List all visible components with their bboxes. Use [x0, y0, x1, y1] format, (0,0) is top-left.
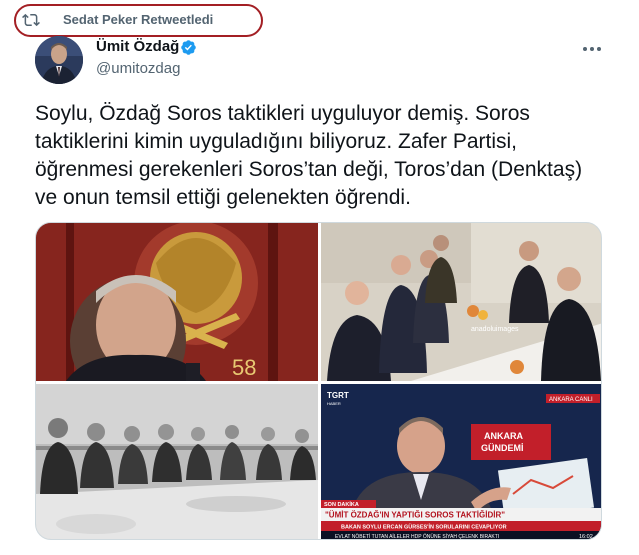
author-handle[interactable]: @umitozdag [96, 60, 180, 77]
photo-1[interactable]: 58 [36, 223, 318, 381]
verified-badge-icon [181, 40, 196, 55]
photo-4-channel-sub: HABER [327, 401, 341, 406]
author-name[interactable]: Ümit Özdağ [96, 38, 179, 55]
retweet-icon [22, 13, 40, 27]
avatar-photo [35, 36, 83, 84]
retweet-label[interactable]: Sedat Peker Retweetledi [63, 12, 213, 27]
tweet-text: Soylu, Özdağ Soros taktikleri uyguluyor … [35, 102, 583, 209]
photo-3[interactable] [36, 384, 318, 539]
photo-4-headline: "ÜMİT ÖZDAĞ'IN YAPTIĞI SOROS TAKTİĞİDİR" [325, 511, 505, 520]
photo-4-live-tag: ANKARA CANLI [549, 397, 593, 403]
photo-4-clock: 16:02 [579, 534, 593, 540]
photo-4-subheadline: BAKAN SOYLU ERCAN GÜRSES'İN SORULARINI C… [341, 524, 507, 531]
photo-2-watermark: anadoluimages [471, 326, 519, 333]
more-horizontal-icon[interactable] [580, 37, 604, 61]
photo-2[interactable]: anadoluimages [321, 223, 601, 381]
photo-1-overlay-text: 58 [232, 355, 256, 380]
tweet-card[interactable]: Sedat Peker Retweetledi Ümit Özdağ @umit… [0, 0, 639, 555]
photo-4-breaking-label: SON DAKİKA [324, 501, 359, 508]
photo-4[interactable]: ANKARA GÜNDEMİ ANKARA CANLI TGRT HABER SO… [321, 384, 601, 540]
media-grid[interactable]: 58 anadoluimages ANKARA GÜNDEMİ ANKARA C… [35, 222, 602, 540]
photo-4-ticker: EVLAT NÖBETİ TUTAN AİLELER HDP ÖNÜNE SİY… [335, 533, 499, 540]
avatar[interactable] [35, 36, 83, 84]
photo-4-channel: TGRT [327, 391, 349, 400]
